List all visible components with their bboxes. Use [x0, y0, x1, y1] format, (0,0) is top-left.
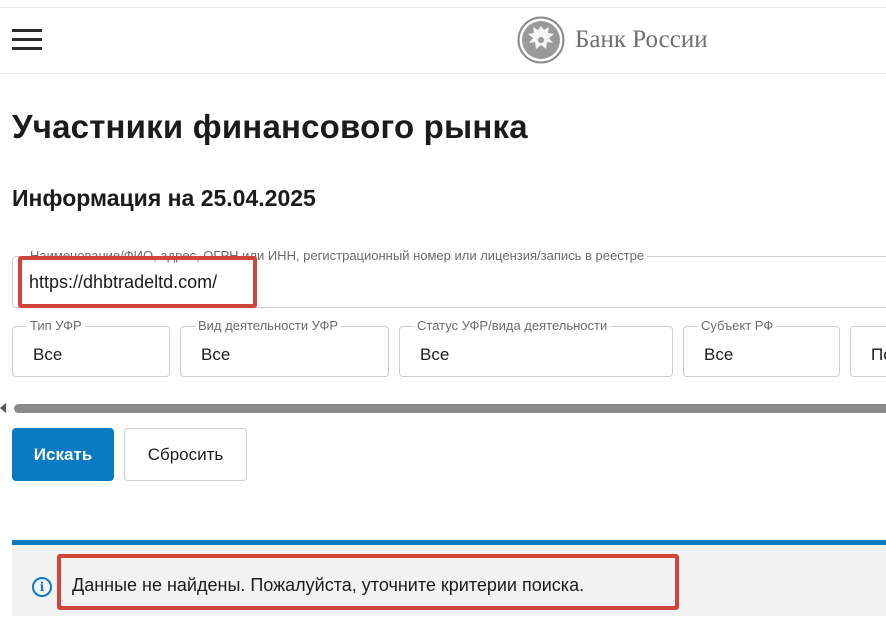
- region-value: Все: [704, 345, 734, 364]
- region-label: Субъект РФ: [698, 319, 777, 333]
- search-button[interactable]: Искать: [12, 428, 114, 481]
- status-select[interactable]: Статус УФР/вида деятельности Все: [399, 319, 673, 377]
- status-value: Все: [420, 345, 450, 364]
- activity-type-select[interactable]: Вид деятельности УФР Все: [180, 319, 389, 377]
- ufr-type-label: Тип УФР: [27, 319, 85, 333]
- region-select[interactable]: Субъект РФ Все: [683, 319, 840, 377]
- info-icon: i: [32, 577, 52, 597]
- no-results-notice: i Данные не найдены. Пожалуйста, уточнит…: [12, 540, 886, 616]
- activity-type-label: Вид деятельности УФР: [195, 319, 342, 333]
- ufr-type-value: Все: [33, 345, 63, 364]
- scroll-left-arrow-icon[interactable]: [0, 403, 6, 413]
- logo-text: Банк России: [575, 26, 708, 53]
- ufr-type-select[interactable]: Тип УФР Все: [12, 319, 170, 377]
- search-input-label: Наименование/ФИО, адрес, ОГРН или ИНН, р…: [27, 249, 648, 263]
- reset-button[interactable]: Сбросить: [124, 428, 247, 481]
- search-input-value: https://dhbtradeltd.com/: [29, 272, 218, 292]
- activity-type-value: Все: [201, 345, 231, 364]
- horizontal-scrollbar[interactable]: [14, 404, 886, 413]
- extra-filter-select[interactable]: По: [850, 326, 886, 377]
- page-title: Участники финансового рынка: [12, 108, 528, 145]
- site-header: Банк России: [0, 8, 886, 74]
- search-input[interactable]: Наименование/ФИО, адрес, ОГРН или ИНН, р…: [12, 249, 886, 308]
- bank-logo[interactable]: Банк России: [517, 16, 708, 64]
- extra-filter-value: По: [871, 345, 886, 364]
- notice-text: Данные не найдены. Пожалуйста, уточните …: [72, 575, 585, 595]
- top-strip: [0, 0, 886, 8]
- status-label: Статус УФР/вида деятельности: [414, 319, 611, 333]
- eagle-emblem-icon: [517, 16, 565, 64]
- hamburger-menu-icon[interactable]: [12, 29, 42, 51]
- info-date-heading: Информация на 25.04.2025: [12, 185, 316, 211]
